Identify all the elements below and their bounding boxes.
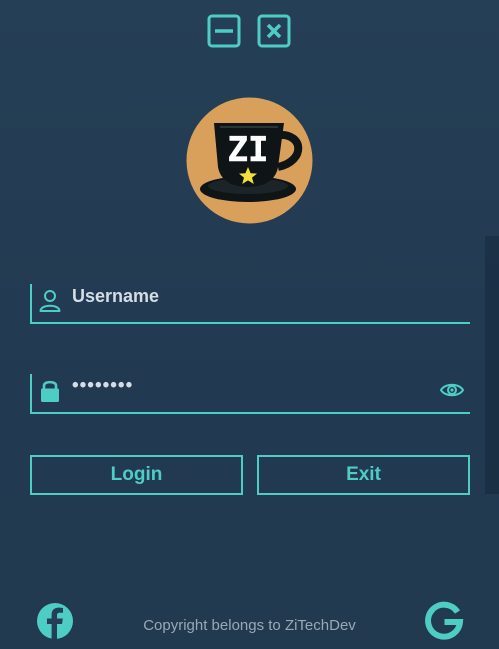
login-window: ZI Login Exit Copyright belongs to ZiTec… — [0, 0, 499, 649]
logo-text: ZI — [228, 130, 269, 170]
password-field — [30, 374, 470, 414]
lock-icon — [41, 380, 59, 402]
window-edge-shade — [485, 236, 499, 494]
eye-icon[interactable] — [440, 378, 464, 402]
close-icon — [257, 14, 291, 48]
username-input[interactable] — [72, 284, 432, 308]
minimize-icon — [207, 14, 241, 48]
login-button[interactable]: Login — [30, 455, 243, 495]
close-button[interactable] — [257, 14, 291, 48]
user-icon — [39, 290, 61, 312]
password-input[interactable] — [72, 374, 432, 398]
coffee-cup-logo: ZI — [186, 97, 313, 224]
minimize-button[interactable] — [207, 14, 241, 48]
username-field — [30, 284, 470, 324]
exit-button[interactable]: Exit — [257, 455, 470, 495]
google-icon[interactable] — [424, 601, 464, 641]
